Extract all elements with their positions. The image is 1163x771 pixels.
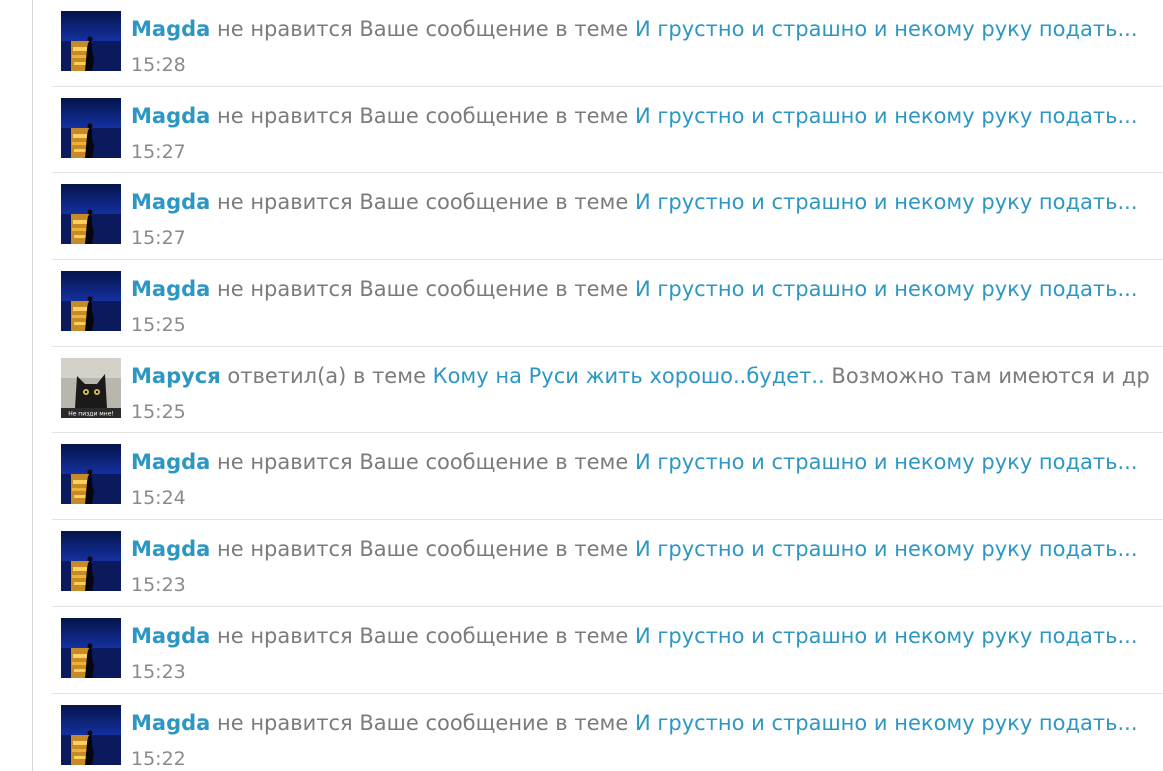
avatar-sunset[interactable] <box>61 11 121 71</box>
avatar-sunset[interactable] <box>61 617 121 678</box>
feed-item: Magda не нравится Ваше сообщение в теме … <box>52 260 1163 347</box>
action-text: не нравится Ваше сообщение в теме <box>210 450 635 475</box>
avatar-sunset[interactable] <box>61 531 121 592</box>
notification-text: Magda не нравится Ваше сообщение в теме … <box>131 189 1138 215</box>
feed-item: Magda не нравится Ваше сообщение в теме … <box>52 0 1163 87</box>
notification-text: Magda не нравится Ваше сообщение в теме … <box>131 623 1138 649</box>
avatar-sunset[interactable] <box>61 704 121 765</box>
topic-link[interactable]: Кому на Руси жить хорошо..будет.. <box>433 364 825 388</box>
notification-text: Magda не нравится Ваше сообщение в теме … <box>131 276 1138 302</box>
action-text: не нравится Ваше сообщение в теме <box>210 537 635 562</box>
user-link[interactable]: Magda <box>131 450 210 474</box>
feed-item: Magda не нравится Ваше сообщение в теме … <box>52 87 1163 174</box>
feed-item: Не пизди мне! Маруся ответил(а) в теме Ко… <box>52 347 1163 434</box>
timestamp: 15:22 <box>131 747 186 770</box>
topic-link[interactable]: И грустно и страшно и некому руку подать… <box>635 711 1138 735</box>
user-link[interactable]: Magda <box>131 104 210 128</box>
action-text: не нравится Ваше сообщение в теме <box>210 710 635 735</box>
user-link[interactable]: Magda <box>131 624 210 648</box>
action-text: не нравится Ваше сообщение в теме <box>210 103 635 128</box>
notification-text: Маруся ответил(а) в теме Кому на Руси жи… <box>131 363 1150 389</box>
topic-link[interactable]: И грустно и страшно и некому руку подать… <box>635 450 1138 474</box>
notification-text: Magda не нравится Ваше сообщение в теме … <box>131 16 1138 42</box>
excerpt-text: Возможно там имеются и др <box>824 363 1150 388</box>
feed-item: Magda не нравится Ваше сообщение в теме … <box>52 694 1163 771</box>
avatar-sunset[interactable] <box>61 444 121 505</box>
action-text: ответил(а) в теме <box>220 363 433 388</box>
timestamp: 15:23 <box>131 574 186 597</box>
notification-feed: Magda не нравится Ваше сообщение в теме … <box>52 0 1163 771</box>
action-text: не нравится Ваше сообщение в теме <box>210 17 635 41</box>
notification-text: Magda не нравится Ваше сообщение в теме … <box>131 710 1138 736</box>
feed-item: Magda не нравится Ваше сообщение в теме … <box>52 520 1163 607</box>
topic-link[interactable]: И грустно и страшно и некому руку подать… <box>635 537 1138 561</box>
avatar-sunset[interactable] <box>61 184 121 245</box>
user-link[interactable]: Magda <box>131 17 210 41</box>
avatar-caption: Не пизди мне! <box>68 410 114 417</box>
topic-link[interactable]: И грустно и страшно и некому руку подать… <box>635 277 1138 301</box>
action-text: не нравится Ваше сообщение в теме <box>210 623 635 648</box>
action-text: не нравится Ваше сообщение в теме <box>210 277 635 302</box>
notification-page: Magda не нравится Ваше сообщение в теме … <box>0 0 1163 771</box>
topic-link[interactable]: И грустно и страшно и некому руку подать… <box>635 624 1138 648</box>
notification-text: Magda не нравится Ваше сообщение в теме … <box>131 536 1138 562</box>
timestamp: 15:24 <box>131 487 186 510</box>
user-link[interactable]: Magda <box>131 277 210 301</box>
timestamp: 15:27 <box>131 140 186 163</box>
action-text: не нравится Ваше сообщение в теме <box>210 190 635 215</box>
avatar-cat[interactable]: Не пизди мне! <box>61 357 121 418</box>
timestamp: 15:27 <box>131 227 186 250</box>
avatar-sunset[interactable] <box>61 97 121 158</box>
user-link[interactable]: Magda <box>131 190 210 214</box>
timestamp: 15:23 <box>131 660 186 683</box>
timestamp: 15:25 <box>131 400 186 423</box>
user-link[interactable]: Magda <box>131 537 210 561</box>
notification-text: Magda не нравится Ваше сообщение в теме … <box>131 103 1138 129</box>
feed-item: Magda не нравится Ваше сообщение в теме … <box>52 433 1163 521</box>
topic-link[interactable]: И грустно и страшно и некому руку подать… <box>635 104 1138 128</box>
user-link[interactable]: Маруся <box>131 364 221 388</box>
feed-item: Magda не нравится Ваше сообщение в теме … <box>52 607 1163 694</box>
topic-link[interactable]: И грустно и страшно и некому руку подать… <box>635 17 1138 41</box>
user-link[interactable]: Magda <box>131 711 210 735</box>
notification-text: Magda не нравится Ваше сообщение в теме … <box>131 449 1138 475</box>
topic-link[interactable]: И грустно и страшно и некому руку подать… <box>635 190 1138 214</box>
avatar-sunset[interactable] <box>61 271 121 332</box>
feed-item: Magda не нравится Ваше сообщение в теме … <box>52 173 1163 261</box>
timestamp: 15:25 <box>131 314 186 337</box>
timestamp: 15:28 <box>131 54 186 76</box>
left-divider <box>32 0 33 771</box>
